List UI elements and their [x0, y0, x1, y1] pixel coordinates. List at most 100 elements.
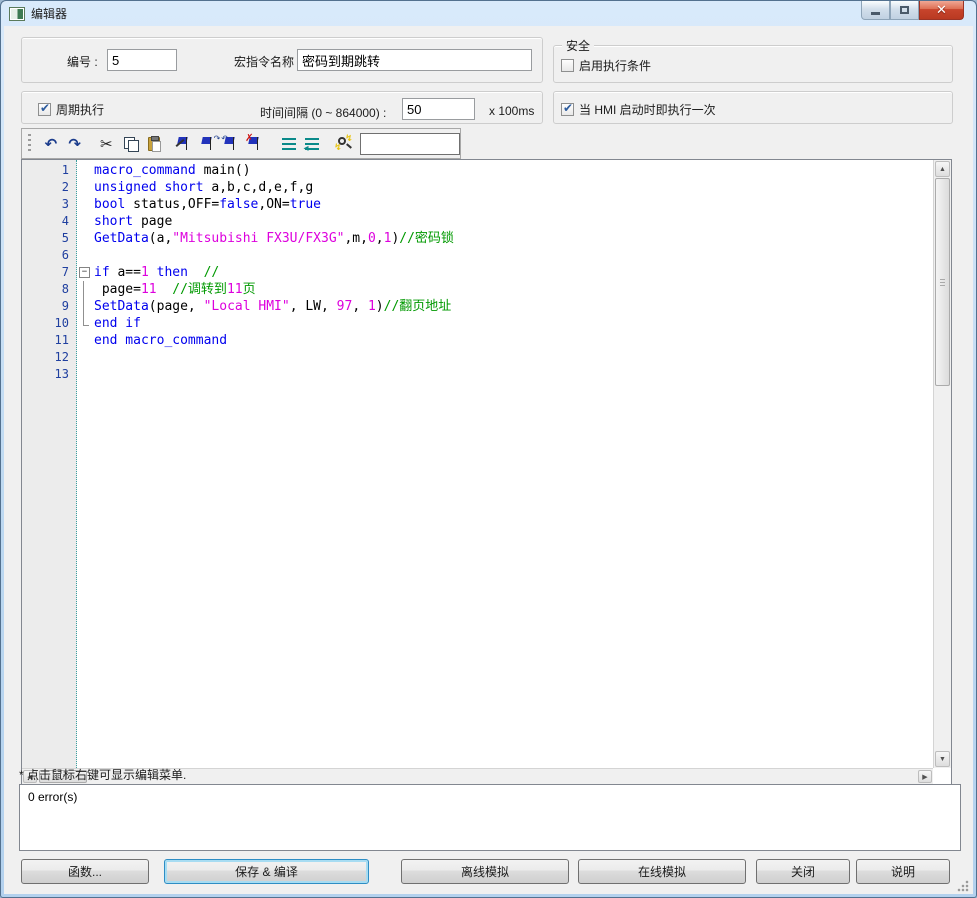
code-text: end if [94, 315, 141, 332]
compile-output: 0 error(s) [19, 784, 961, 851]
error-count: 0 error(s) [28, 790, 77, 804]
periodic-checkbox[interactable] [38, 103, 51, 116]
copy-icon[interactable] [118, 133, 142, 155]
line-number: 12 [22, 349, 77, 366]
offline-sim-button[interactable]: 离线模拟 [401, 859, 569, 884]
line-number: 9 [22, 298, 77, 315]
title-bar[interactable]: 编辑器 ✕ [1, 1, 976, 26]
fold-column [77, 162, 94, 179]
maximize-icon [900, 6, 909, 14]
minimize-button[interactable] [861, 1, 890, 20]
periodic-group: 周期执行 时间间隔 (0 ~ 864000) : x 100ms [21, 91, 543, 124]
code-line[interactable]: 12 [22, 349, 933, 366]
interval-unit-label: x 100ms [489, 104, 534, 118]
code-line[interactable]: 9 SetData(page, "Local HMI", LW, 97, 1)//… [22, 298, 933, 315]
code-line[interactable]: 3 bool status,OFF=false,ON=true [22, 196, 933, 213]
search-input[interactable] [360, 133, 460, 155]
fold-column [77, 196, 94, 213]
help-button[interactable]: 说明 [856, 859, 950, 884]
code-line[interactable]: 2unsigned short a,b,c,d,e,f,g [22, 179, 933, 196]
run-on-startup-checkbox[interactable] [561, 103, 574, 116]
code-text: GetData(a,"Mitsubishi FX3U/FX3G",m,0,1)/… [94, 230, 454, 247]
line-number: 13 [22, 366, 77, 383]
fold-column [77, 332, 94, 349]
code-text: macro_command main() [94, 162, 251, 179]
window-title: 编辑器 [31, 5, 67, 22]
line-number: 4 [22, 213, 77, 230]
fold-column [77, 366, 94, 383]
comment-block-icon[interactable] [277, 133, 301, 155]
interval-input[interactable] [402, 98, 475, 120]
line-number: 6 [22, 247, 77, 264]
fold-marker-line [77, 298, 94, 315]
macro-name-label: 宏指令名称 : [234, 53, 301, 70]
scroll-right-arrow-icon[interactable]: ▶ [918, 770, 932, 783]
fold-column [77, 179, 94, 196]
code-line[interactable]: 7if a==1 then // [22, 264, 933, 281]
code-line[interactable]: 13 [22, 366, 933, 383]
run-on-startup-label: 当 HMI 启动时即执行一次 [579, 101, 716, 118]
hint-text: * 点击鼠标右键可显示编辑菜单. [19, 766, 186, 783]
code-text: unsigned short a,b,c,d,e,f,g [94, 179, 313, 196]
maximize-button[interactable] [890, 1, 919, 20]
line-number: 8 [22, 281, 77, 298]
close-dialog-button[interactable]: 关闭 [756, 859, 850, 884]
code-line[interactable]: 10 end if [22, 315, 933, 332]
periodic-label: 周期执行 [56, 101, 104, 118]
dialog-client-area: 编号 : 宏指令名称 : 安全 启用执行条件 周期执行 时间间隔 (0 ~ 86… [4, 26, 973, 894]
line-number: 10 [22, 315, 77, 332]
line-number: 5 [22, 230, 77, 247]
online-sim-button[interactable]: 在线模拟 [578, 859, 746, 884]
code-text: SetData(page, "Local HMI", LW, 97, 1)//翻… [94, 298, 451, 315]
resize-grip[interactable] [957, 880, 969, 892]
code-line[interactable]: 8 page=11 //调转到11页 [22, 281, 933, 298]
toggle-bookmark-icon[interactable] [174, 133, 198, 155]
undo-icon[interactable]: ↶ [39, 133, 63, 155]
code-area[interactable]: 1 macro_command main()2unsigned short a,b… [22, 160, 933, 768]
previous-bookmark-icon[interactable]: ↶ [221, 133, 245, 155]
fold-column [77, 247, 94, 264]
paste-icon[interactable] [142, 133, 166, 155]
find-icon[interactable]: ↯↯ [332, 133, 356, 155]
next-bookmark-icon[interactable]: ↷ [198, 133, 222, 155]
editor-window: 编辑器 ✕ 编号 : 宏指令名称 : 安全 启用执行条件 周期执行 [0, 0, 977, 898]
code-line[interactable]: 5 GetData(a,"Mitsubishi FX3U/FX3G",m,0,1)… [22, 230, 933, 247]
uncomment-block-icon[interactable]: ◂ [301, 133, 325, 155]
clear-bookmarks-icon[interactable]: ✗ [245, 133, 269, 155]
vertical-scroll-thumb[interactable] [935, 178, 950, 386]
line-number: 3 [22, 196, 77, 213]
code-line[interactable]: 11end macro_command [22, 332, 933, 349]
line-number: 1 [22, 162, 77, 179]
toolbar-grip[interactable] [28, 134, 31, 154]
code-text: page=11 //调转到11页 [94, 281, 256, 298]
code-line[interactable]: 4 short page [22, 213, 933, 230]
fold-marker-line [77, 281, 94, 298]
fold-column [77, 230, 94, 247]
editor-toolbar: ↶ ↷ ✂ ↷ ↶ ✗ ◂ ↯↯ [21, 128, 461, 159]
code-line[interactable]: 1 macro_command main() [22, 162, 933, 179]
macro-id-input[interactable] [107, 49, 177, 71]
code-text: short page [94, 213, 172, 230]
close-button[interactable]: ✕ [919, 1, 964, 20]
scroll-down-arrow-icon[interactable]: ▼ [935, 751, 950, 767]
code-editor[interactable]: 1 macro_command main()2unsigned short a,b… [21, 159, 952, 785]
macro-info-group: 编号 : 宏指令名称 : [21, 37, 543, 83]
macro-name-input[interactable] [297, 49, 532, 71]
macro-id-label: 编号 : [67, 53, 98, 70]
scroll-up-arrow-icon[interactable]: ▲ [935, 161, 950, 177]
cut-icon[interactable]: ✂ [94, 133, 118, 155]
enable-condition-checkbox[interactable] [561, 59, 574, 72]
minimize-icon [871, 12, 880, 15]
vertical-scrollbar[interactable]: ▲ ▼ [933, 160, 951, 768]
save-compile-button[interactable]: 保存 & 编译 [164, 859, 369, 884]
code-text: bool status,OFF=false,ON=true [94, 196, 321, 213]
code-line[interactable]: 6 [22, 247, 933, 264]
fold-column [77, 349, 94, 366]
redo-icon[interactable]: ↷ [63, 133, 87, 155]
security-legend: 安全 [562, 37, 594, 54]
fold-marker-minus[interactable] [77, 264, 94, 281]
enable-condition-label: 启用执行条件 [579, 57, 651, 74]
functions-button[interactable]: 函数... [21, 859, 149, 884]
code-text: end macro_command [94, 332, 227, 349]
interval-label: 时间间隔 (0 ~ 864000) : [260, 104, 386, 121]
